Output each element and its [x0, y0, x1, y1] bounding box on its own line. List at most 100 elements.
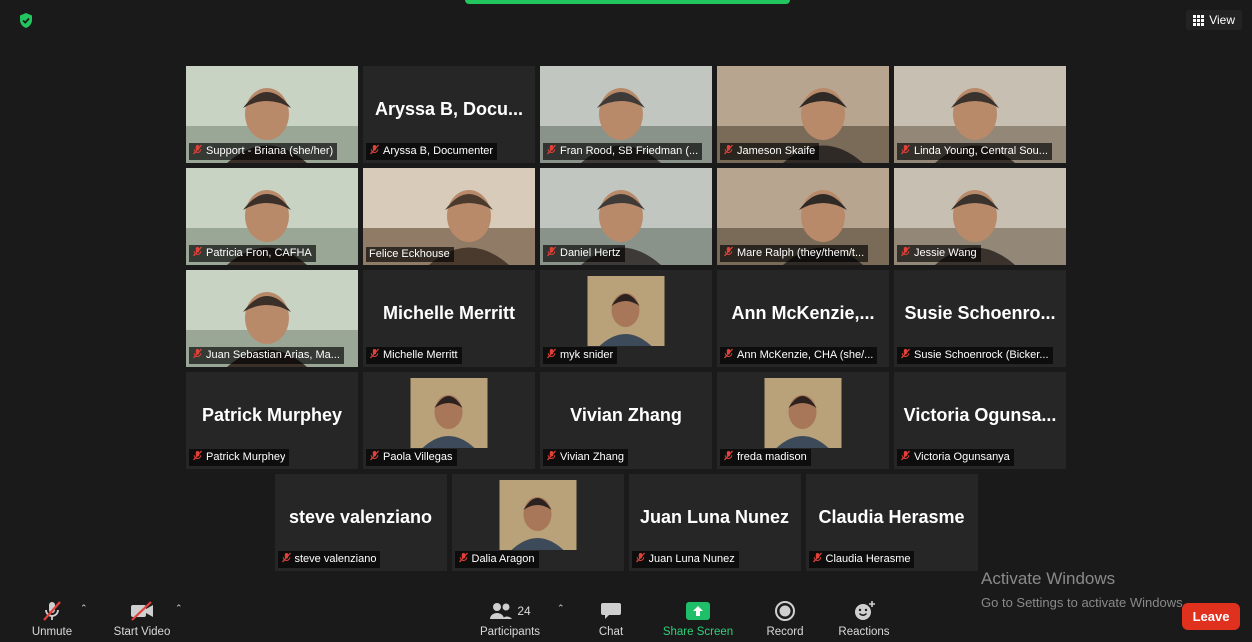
- muted-microphone-icon: [369, 348, 380, 362]
- participants-label: Participants: [479, 626, 541, 638]
- participant-display-name: Ann McKenzie,...: [731, 303, 875, 323]
- participant-name: myk snider: [560, 349, 614, 361]
- participant-tile[interactable]: Patricia Fron, CAFHA: [186, 168, 358, 265]
- share-screen-button[interactable]: Share Screen: [660, 599, 736, 638]
- participant-tile[interactable]: Support - Briana (she/her): [186, 66, 358, 163]
- participant-name: Support - Briana (she/her): [206, 145, 334, 157]
- participant-name: Ann McKenzie, CHA (she/...: [737, 349, 874, 361]
- gallery-grid-icon: [1193, 14, 1205, 26]
- participant-tile[interactable]: freda madison: [717, 372, 889, 469]
- muted-microphone-icon: [812, 552, 823, 566]
- participant-display-name: Aryssa B, Docu...: [374, 99, 524, 119]
- participant-display-name: steve valenziano: [288, 507, 433, 527]
- participant-name-label: Jameson Skaife: [720, 143, 820, 160]
- participant-name: Patrick Murphey: [206, 451, 286, 463]
- participant-tile[interactable]: Mare Ralph (they/them/t...: [717, 168, 889, 265]
- muted-microphone-icon: [900, 348, 911, 362]
- participants-count: 24: [517, 604, 531, 618]
- participant-tile[interactable]: Patrick Murphey Patrick Murphey: [186, 372, 358, 469]
- record-button[interactable]: Record: [762, 599, 808, 638]
- participant-name: Paola Villegas: [383, 451, 453, 463]
- participant-name-label: Claudia Herasme: [808, 551, 915, 568]
- start-video-button[interactable]: Start Video: [106, 599, 178, 638]
- unmute-label: Unmute: [31, 626, 73, 638]
- muted-microphone-icon: [546, 246, 557, 260]
- participant-tile[interactable]: myk snider: [540, 270, 712, 367]
- participant-display-name: Michelle Merritt: [382, 303, 516, 323]
- participant-name-label: Support - Briana (she/her): [189, 143, 338, 160]
- encryption-shield-icon[interactable]: [18, 12, 34, 29]
- participant-tile[interactable]: Daniel Hertz: [540, 168, 712, 265]
- participant-name: Linda Young, Central Sou...: [914, 145, 1048, 157]
- unmute-button[interactable]: Unmute: [26, 599, 78, 638]
- muted-microphone-icon: [369, 144, 380, 158]
- participant-name-label: Daniel Hertz: [543, 245, 625, 262]
- muted-microphone-icon: [723, 246, 734, 260]
- participant-name-label: Aryssa B, Documenter: [366, 143, 498, 160]
- screen-share-indicator-bar: [465, 0, 790, 4]
- participant-name: Vivian Zhang: [560, 451, 625, 463]
- participant-tile[interactable]: Juan Luna Nunez Juan Luna Nunez: [628, 474, 801, 571]
- participant-tile[interactable]: Juan Sebastian Arias, Ma...: [186, 270, 358, 367]
- audio-options-chevron-icon[interactable]: ⌃: [80, 603, 88, 614]
- activate-windows-title: Activate Windows: [981, 569, 1116, 588]
- participant-tile[interactable]: Paola Villegas: [363, 372, 535, 469]
- participant-name-label: Susie Schoenrock (Bicker...: [897, 347, 1053, 364]
- participant-display-name: Juan Luna Nunez: [639, 507, 789, 527]
- participant-name-label: Jessie Wang: [897, 245, 981, 262]
- participant-tile[interactable]: Susie Schoenro... Susie Schoenrock (Bicke…: [894, 270, 1066, 367]
- participant-tile[interactable]: steve valenziano steve valenziano: [274, 474, 447, 571]
- leave-button[interactable]: Leave: [1182, 603, 1240, 630]
- participant-name: Patricia Fron, CAFHA: [206, 247, 312, 259]
- participant-tile[interactable]: Felice Eckhouse: [363, 168, 535, 265]
- participant-profile-picture: [764, 378, 842, 448]
- muted-microphone-icon: [546, 450, 557, 464]
- muted-microphone-icon: [546, 144, 557, 158]
- muted-microphone-icon: [723, 348, 734, 362]
- chat-button[interactable]: Chat: [592, 599, 630, 638]
- participant-tile[interactable]: Jameson Skaife: [717, 66, 889, 163]
- video-off-icon: [131, 601, 153, 621]
- participant-name-label: Linda Young, Central Sou...: [897, 143, 1052, 160]
- participant-name: Claudia Herasme: [825, 553, 911, 565]
- participant-tile[interactable]: Fran Rood, SB Friedman (...: [540, 66, 712, 163]
- muted-microphone-icon: [458, 552, 469, 566]
- participants-options-chevron-icon[interactable]: ⌃: [557, 603, 565, 614]
- muted-microphone-icon: [635, 552, 646, 566]
- participant-tile[interactable]: Claudia Herasme Claudia Herasme: [805, 474, 978, 571]
- participants-button[interactable]: 24 Participants: [472, 599, 548, 638]
- view-button[interactable]: View: [1186, 10, 1242, 30]
- participant-tile[interactable]: Vivian Zhang Vivian Zhang: [540, 372, 712, 469]
- record-label: Record: [766, 626, 804, 638]
- participant-tile[interactable]: Aryssa B, Docu... Aryssa B, Documenter: [363, 66, 535, 163]
- participant-name-label: freda madison: [720, 449, 811, 466]
- muted-microphone-icon: [192, 246, 203, 260]
- muted-microphone-icon: [900, 246, 911, 260]
- participant-tile[interactable]: Linda Young, Central Sou...: [894, 66, 1066, 163]
- participant-name: Fran Rood, SB Friedman (...: [560, 145, 699, 157]
- muted-microphone-icon: [723, 450, 734, 464]
- participant-tile[interactable]: Jessie Wang: [894, 168, 1066, 265]
- share-screen-icon: [686, 602, 710, 620]
- participant-tile[interactable]: Dalia Aragon: [451, 474, 624, 571]
- muted-microphone-icon: [192, 348, 203, 362]
- participant-name-label: Dalia Aragon: [454, 551, 539, 568]
- participant-name-label: Felice Eckhouse: [366, 247, 454, 262]
- participant-tile[interactable]: Michelle Merritt Michelle Merritt: [363, 270, 535, 367]
- gallery-row: Support - Briana (she/her) Aryssa B, Docu…: [0, 66, 1252, 163]
- start-video-label: Start Video: [113, 626, 171, 638]
- zoom-meeting-window: View Support - Briana (she/her) Aryssa B,…: [0, 0, 1252, 642]
- reactions-emoji-icon: [855, 601, 875, 620]
- participant-name: steve valenziano: [294, 553, 377, 565]
- participant-display-name: Susie Schoenro...: [904, 303, 1056, 323]
- muted-microphone-icon: [546, 348, 557, 362]
- gallery-row: Patrick Murphey Patrick Murphey Paola Vil…: [0, 372, 1252, 469]
- participant-name-label: Mare Ralph (they/them/t...: [720, 245, 869, 262]
- participant-name: Dalia Aragon: [471, 553, 535, 565]
- participant-name: Aryssa B, Documenter: [383, 145, 494, 157]
- reactions-button[interactable]: Reactions: [834, 599, 894, 638]
- video-options-chevron-icon[interactable]: ⌃: [175, 603, 183, 614]
- participant-tile[interactable]: Victoria Ogunsa... Victoria Ogunsanya: [894, 372, 1066, 469]
- participant-name: Daniel Hertz: [560, 247, 621, 259]
- participant-tile[interactable]: Ann McKenzie,... Ann McKenzie, CHA (she/.…: [717, 270, 889, 367]
